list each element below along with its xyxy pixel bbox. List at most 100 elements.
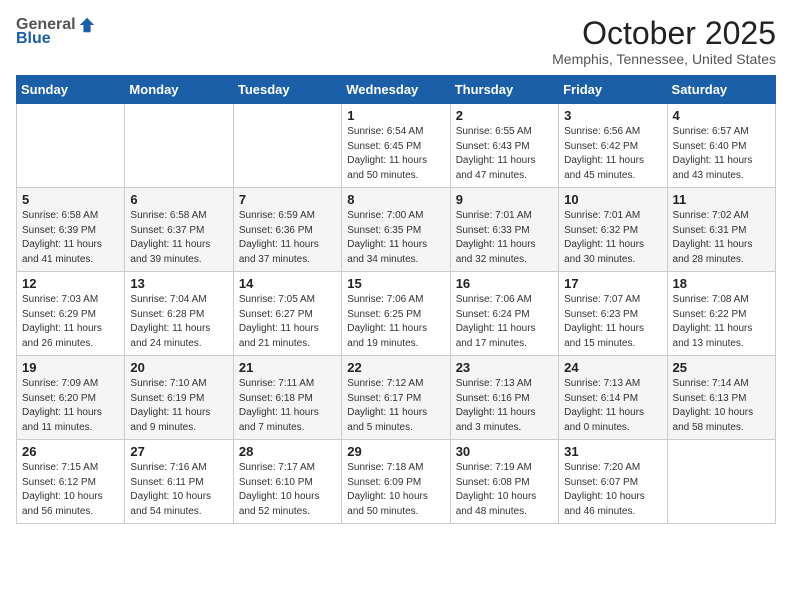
day-number: 16 bbox=[456, 276, 553, 291]
day-number: 1 bbox=[347, 108, 444, 123]
day-info: Sunrise: 7:04 AM Sunset: 6:28 PM Dayligh… bbox=[130, 293, 227, 351]
calendar-week-row: 1 Sunrise: 6:54 AM Sunset: 6:45 PM Daylig… bbox=[17, 104, 776, 188]
calendar-cell: 7 Sunrise: 6:59 AM Sunset: 6:36 PM Daylig… bbox=[233, 188, 341, 272]
weekday-header-sunday: Sunday bbox=[17, 76, 125, 104]
calendar-table: SundayMondayTuesdayWednesdayThursdayFrid… bbox=[16, 75, 776, 524]
calendar-cell bbox=[17, 104, 125, 188]
day-number: 19 bbox=[22, 360, 119, 375]
day-info: Sunrise: 7:18 AM Sunset: 6:09 PM Dayligh… bbox=[347, 461, 444, 519]
day-number: 5 bbox=[22, 192, 119, 207]
calendar-cell: 6Sunrise: 6:58 AM Sunset: 6:37 PM Daylig… bbox=[125, 188, 233, 272]
day-info: Sunrise: 7:06 AM Sunset: 6:25 PM Dayligh… bbox=[347, 293, 444, 351]
day-info: Sunrise: 7:01 AM Sunset: 6:32 PM Dayligh… bbox=[564, 209, 661, 267]
calendar-cell: 19 Sunrise: 7:09 AM Sunset: 6:20 PM Dayli… bbox=[17, 356, 125, 440]
calendar-cell: 23Sunrise: 7:13 AM Sunset: 6:16 PM Dayli… bbox=[450, 356, 558, 440]
day-info: Sunrise: 6:59 AM Sunset: 6:36 PM Dayligh… bbox=[239, 209, 336, 267]
day-info: Sunrise: 7:17 AM Sunset: 6:10 PM Dayligh… bbox=[239, 461, 336, 519]
day-info: Sunrise: 7:12 AM Sunset: 6:17 PM Dayligh… bbox=[347, 377, 444, 435]
day-number: 8 bbox=[347, 192, 444, 207]
logo-blue-text: Blue bbox=[16, 30, 51, 48]
day-number: 17 bbox=[564, 276, 661, 291]
calendar-cell: 22 Sunrise: 7:12 AM Sunset: 6:17 PM Dayli… bbox=[342, 356, 450, 440]
day-number: 29 bbox=[347, 444, 444, 459]
calendar-header-row: SundayMondayTuesdayWednesdayThursdayFrid… bbox=[17, 76, 776, 104]
day-number: 31 bbox=[564, 444, 661, 459]
day-number: 15 bbox=[347, 276, 444, 291]
day-info: Sunrise: 7:03 AM Sunset: 6:29 PM Dayligh… bbox=[22, 293, 119, 351]
weekday-header-tuesday: Tuesday bbox=[233, 76, 341, 104]
day-info: Sunrise: 7:13 AM Sunset: 6:14 PM Dayligh… bbox=[564, 377, 661, 435]
day-info: Sunrise: 6:58 AM Sunset: 6:37 PM Dayligh… bbox=[130, 209, 227, 267]
calendar-week-row: 19 Sunrise: 7:09 AM Sunset: 6:20 PM Dayli… bbox=[17, 356, 776, 440]
calendar-cell: 21 Sunrise: 7:11 AM Sunset: 6:18 PM Dayli… bbox=[233, 356, 341, 440]
calendar-cell: 18 Sunrise: 7:08 AM Sunset: 6:22 PM Dayli… bbox=[667, 272, 775, 356]
calendar-cell: 9 Sunrise: 7:01 AM Sunset: 6:33 PM Daylig… bbox=[450, 188, 558, 272]
day-number: 3 bbox=[564, 108, 661, 123]
logo: General Blue bbox=[16, 16, 96, 48]
day-number: 27 bbox=[130, 444, 227, 459]
logo-icon bbox=[78, 16, 96, 34]
day-number: 7 bbox=[239, 192, 336, 207]
calendar-cell: 4Sunrise: 6:57 AM Sunset: 6:40 PM Daylig… bbox=[667, 104, 775, 188]
day-number: 10 bbox=[564, 192, 661, 207]
calendar-cell: 31 Sunrise: 7:20 AM Sunset: 6:07 PM Dayli… bbox=[559, 440, 667, 524]
day-info: Sunrise: 7:20 AM Sunset: 6:07 PM Dayligh… bbox=[564, 461, 661, 519]
weekday-header-wednesday: Wednesday bbox=[342, 76, 450, 104]
day-info: Sunrise: 7:19 AM Sunset: 6:08 PM Dayligh… bbox=[456, 461, 553, 519]
location: Memphis, Tennessee, United States bbox=[552, 51, 776, 67]
day-info: Sunrise: 7:14 AM Sunset: 6:13 PM Dayligh… bbox=[673, 377, 770, 435]
day-number: 9 bbox=[456, 192, 553, 207]
day-number: 12 bbox=[22, 276, 119, 291]
day-number: 2 bbox=[456, 108, 553, 123]
calendar-cell: 5 Sunrise: 6:58 AM Sunset: 6:39 PM Daylig… bbox=[17, 188, 125, 272]
title-block: October 2025 Memphis, Tennessee, United … bbox=[552, 16, 776, 67]
calendar-cell: 20Sunrise: 7:10 AM Sunset: 6:19 PM Dayli… bbox=[125, 356, 233, 440]
calendar-week-row: 26Sunrise: 7:15 AM Sunset: 6:12 PM Dayli… bbox=[17, 440, 776, 524]
weekday-header-saturday: Saturday bbox=[667, 76, 775, 104]
calendar-cell: 25 Sunrise: 7:14 AM Sunset: 6:13 PM Dayli… bbox=[667, 356, 775, 440]
calendar-cell: 16 Sunrise: 7:06 AM Sunset: 6:24 PM Dayli… bbox=[450, 272, 558, 356]
day-info: Sunrise: 6:56 AM Sunset: 6:42 PM Dayligh… bbox=[564, 125, 661, 183]
calendar-cell: 15 Sunrise: 7:06 AM Sunset: 6:25 PM Dayli… bbox=[342, 272, 450, 356]
calendar-cell bbox=[233, 104, 341, 188]
day-info: Sunrise: 7:13 AM Sunset: 6:16 PM Dayligh… bbox=[456, 377, 553, 435]
calendar-cell: 1 Sunrise: 6:54 AM Sunset: 6:45 PM Daylig… bbox=[342, 104, 450, 188]
day-info: Sunrise: 7:06 AM Sunset: 6:24 PM Dayligh… bbox=[456, 293, 553, 351]
day-number: 30 bbox=[456, 444, 553, 459]
day-number: 25 bbox=[673, 360, 770, 375]
day-info: Sunrise: 6:58 AM Sunset: 6:39 PM Dayligh… bbox=[22, 209, 119, 267]
weekday-header-monday: Monday bbox=[125, 76, 233, 104]
calendar-week-row: 12 Sunrise: 7:03 AM Sunset: 6:29 PM Dayli… bbox=[17, 272, 776, 356]
day-info: Sunrise: 7:01 AM Sunset: 6:33 PM Dayligh… bbox=[456, 209, 553, 267]
calendar-cell bbox=[125, 104, 233, 188]
calendar-cell: 11Sunrise: 7:02 AM Sunset: 6:31 PM Dayli… bbox=[667, 188, 775, 272]
calendar-cell: 13 Sunrise: 7:04 AM Sunset: 6:28 PM Dayli… bbox=[125, 272, 233, 356]
day-info: Sunrise: 6:55 AM Sunset: 6:43 PM Dayligh… bbox=[456, 125, 553, 183]
calendar-week-row: 5 Sunrise: 6:58 AM Sunset: 6:39 PM Daylig… bbox=[17, 188, 776, 272]
day-number: 28 bbox=[239, 444, 336, 459]
calendar-cell: 30 Sunrise: 7:19 AM Sunset: 6:08 PM Dayli… bbox=[450, 440, 558, 524]
day-info: Sunrise: 7:11 AM Sunset: 6:18 PM Dayligh… bbox=[239, 377, 336, 435]
day-number: 14 bbox=[239, 276, 336, 291]
calendar-cell: 12 Sunrise: 7:03 AM Sunset: 6:29 PM Dayli… bbox=[17, 272, 125, 356]
day-number: 13 bbox=[130, 276, 227, 291]
calendar-cell: 27Sunrise: 7:16 AM Sunset: 6:11 PM Dayli… bbox=[125, 440, 233, 524]
calendar-cell: 24 Sunrise: 7:13 AM Sunset: 6:14 PM Dayli… bbox=[559, 356, 667, 440]
day-number: 21 bbox=[239, 360, 336, 375]
weekday-header-thursday: Thursday bbox=[450, 76, 558, 104]
calendar-cell: 3 Sunrise: 6:56 AM Sunset: 6:42 PM Daylig… bbox=[559, 104, 667, 188]
day-number: 22 bbox=[347, 360, 444, 375]
calendar-cell: 29 Sunrise: 7:18 AM Sunset: 6:09 PM Dayli… bbox=[342, 440, 450, 524]
day-info: Sunrise: 7:09 AM Sunset: 6:20 PM Dayligh… bbox=[22, 377, 119, 435]
calendar-cell: 26Sunrise: 7:15 AM Sunset: 6:12 PM Dayli… bbox=[17, 440, 125, 524]
day-info: Sunrise: 6:57 AM Sunset: 6:40 PM Dayligh… bbox=[673, 125, 770, 183]
day-number: 24 bbox=[564, 360, 661, 375]
day-info: Sunrise: 7:07 AM Sunset: 6:23 PM Dayligh… bbox=[564, 293, 661, 351]
calendar-cell: 10 Sunrise: 7:01 AM Sunset: 6:32 PM Dayli… bbox=[559, 188, 667, 272]
day-number: 18 bbox=[673, 276, 770, 291]
calendar-cell bbox=[667, 440, 775, 524]
day-info: Sunrise: 6:54 AM Sunset: 6:45 PM Dayligh… bbox=[347, 125, 444, 183]
day-info: Sunrise: 7:08 AM Sunset: 6:22 PM Dayligh… bbox=[673, 293, 770, 351]
day-number: 20 bbox=[130, 360, 227, 375]
calendar-cell: 8Sunrise: 7:00 AM Sunset: 6:35 PM Daylig… bbox=[342, 188, 450, 272]
